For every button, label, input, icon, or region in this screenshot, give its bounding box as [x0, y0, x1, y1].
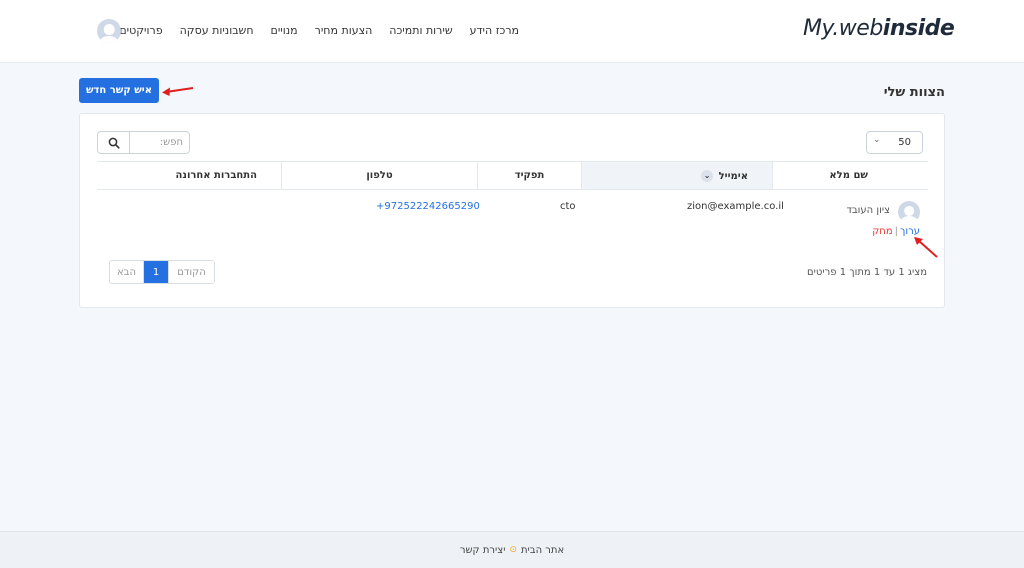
nav-item-support[interactable]: שירות ותמיכה [389, 24, 452, 37]
col-role[interactable]: תפקיד [477, 162, 581, 189]
per-page-select[interactable]: 50 ⌄ [866, 131, 923, 154]
col-last-login[interactable]: התחברות אחרונה [97, 162, 281, 189]
team-card: 50 ⌄ שם מלא אימייל ⌄ תפקיד טלפון התחברות… [79, 113, 945, 308]
search-input[interactable] [129, 132, 189, 153]
main-nav: פרויקטים חשבוניות עסקה מנויים הצעות מחיר… [119, 24, 519, 37]
top-header: My.webinside פרויקטים חשבוניות עסקה מנוי… [0, 0, 1024, 63]
annotation-arrow-icon [162, 87, 194, 96]
user-avatar-icon[interactable] [97, 19, 121, 43]
col-name[interactable]: שם מלא [772, 162, 928, 189]
row-email: zion@example.co.il [687, 201, 784, 212]
sort-arrow-icon: ⌄ [701, 170, 714, 182]
chevron-down-icon: ⌄ [873, 135, 881, 145]
search-box [97, 131, 190, 154]
footer-contact-link[interactable]: יצירת קשר [460, 545, 506, 556]
new-contact-button[interactable]: איש קשר חדש [79, 78, 159, 103]
prev-page-button[interactable]: הקודם [168, 261, 214, 283]
row-phone[interactable]: +972522242665290 [376, 201, 480, 212]
table-header: שם מלא אימייל ⌄ תפקיד טלפון התחברות אחרו… [97, 161, 928, 190]
user-avatar-icon [898, 201, 920, 223]
col-phone[interactable]: טלפון [281, 162, 477, 189]
col-email-label: אימייל [718, 171, 748, 182]
pagination: הקודם 1 הבא [109, 260, 215, 284]
next-page-button[interactable]: הבא [110, 261, 144, 283]
nav-item-subscriptions[interactable]: מנויים [271, 24, 298, 37]
delete-link[interactable]: מחק [872, 226, 892, 237]
col-email[interactable]: אימייל ⌄ [581, 162, 772, 189]
footer: אתר הבית ⊙ יצירת קשר [0, 531, 1024, 568]
footer-home-link[interactable]: אתר הבית [521, 545, 564, 556]
site-logo[interactable]: My.webinside [803, 16, 955, 41]
nav-item-invoices[interactable]: חשבוניות עסקה [180, 24, 254, 37]
pagination-info: מציג 1 עד 1 מתוך 1 פריטים [807, 267, 927, 278]
row-role: cto [560, 201, 576, 212]
nav-item-projects[interactable]: פרויקטים [119, 24, 162, 37]
bullet-icon: ⊙ [509, 545, 517, 555]
annotation-arrow-icon [914, 237, 938, 258]
search-button[interactable] [98, 132, 130, 153]
row-name: ציון העובד [846, 205, 890, 216]
nav-item-knowledge[interactable]: מרכז הידע [470, 24, 519, 37]
table-row: ציון העובד ערוך|מחק zion@example.co.il c… [97, 192, 928, 248]
page-1-button[interactable]: 1 [144, 261, 168, 283]
nav-item-quotes[interactable]: הצעות מחיר [315, 24, 373, 37]
page-title: הצוות שלי [883, 85, 945, 100]
search-icon [108, 137, 120, 149]
